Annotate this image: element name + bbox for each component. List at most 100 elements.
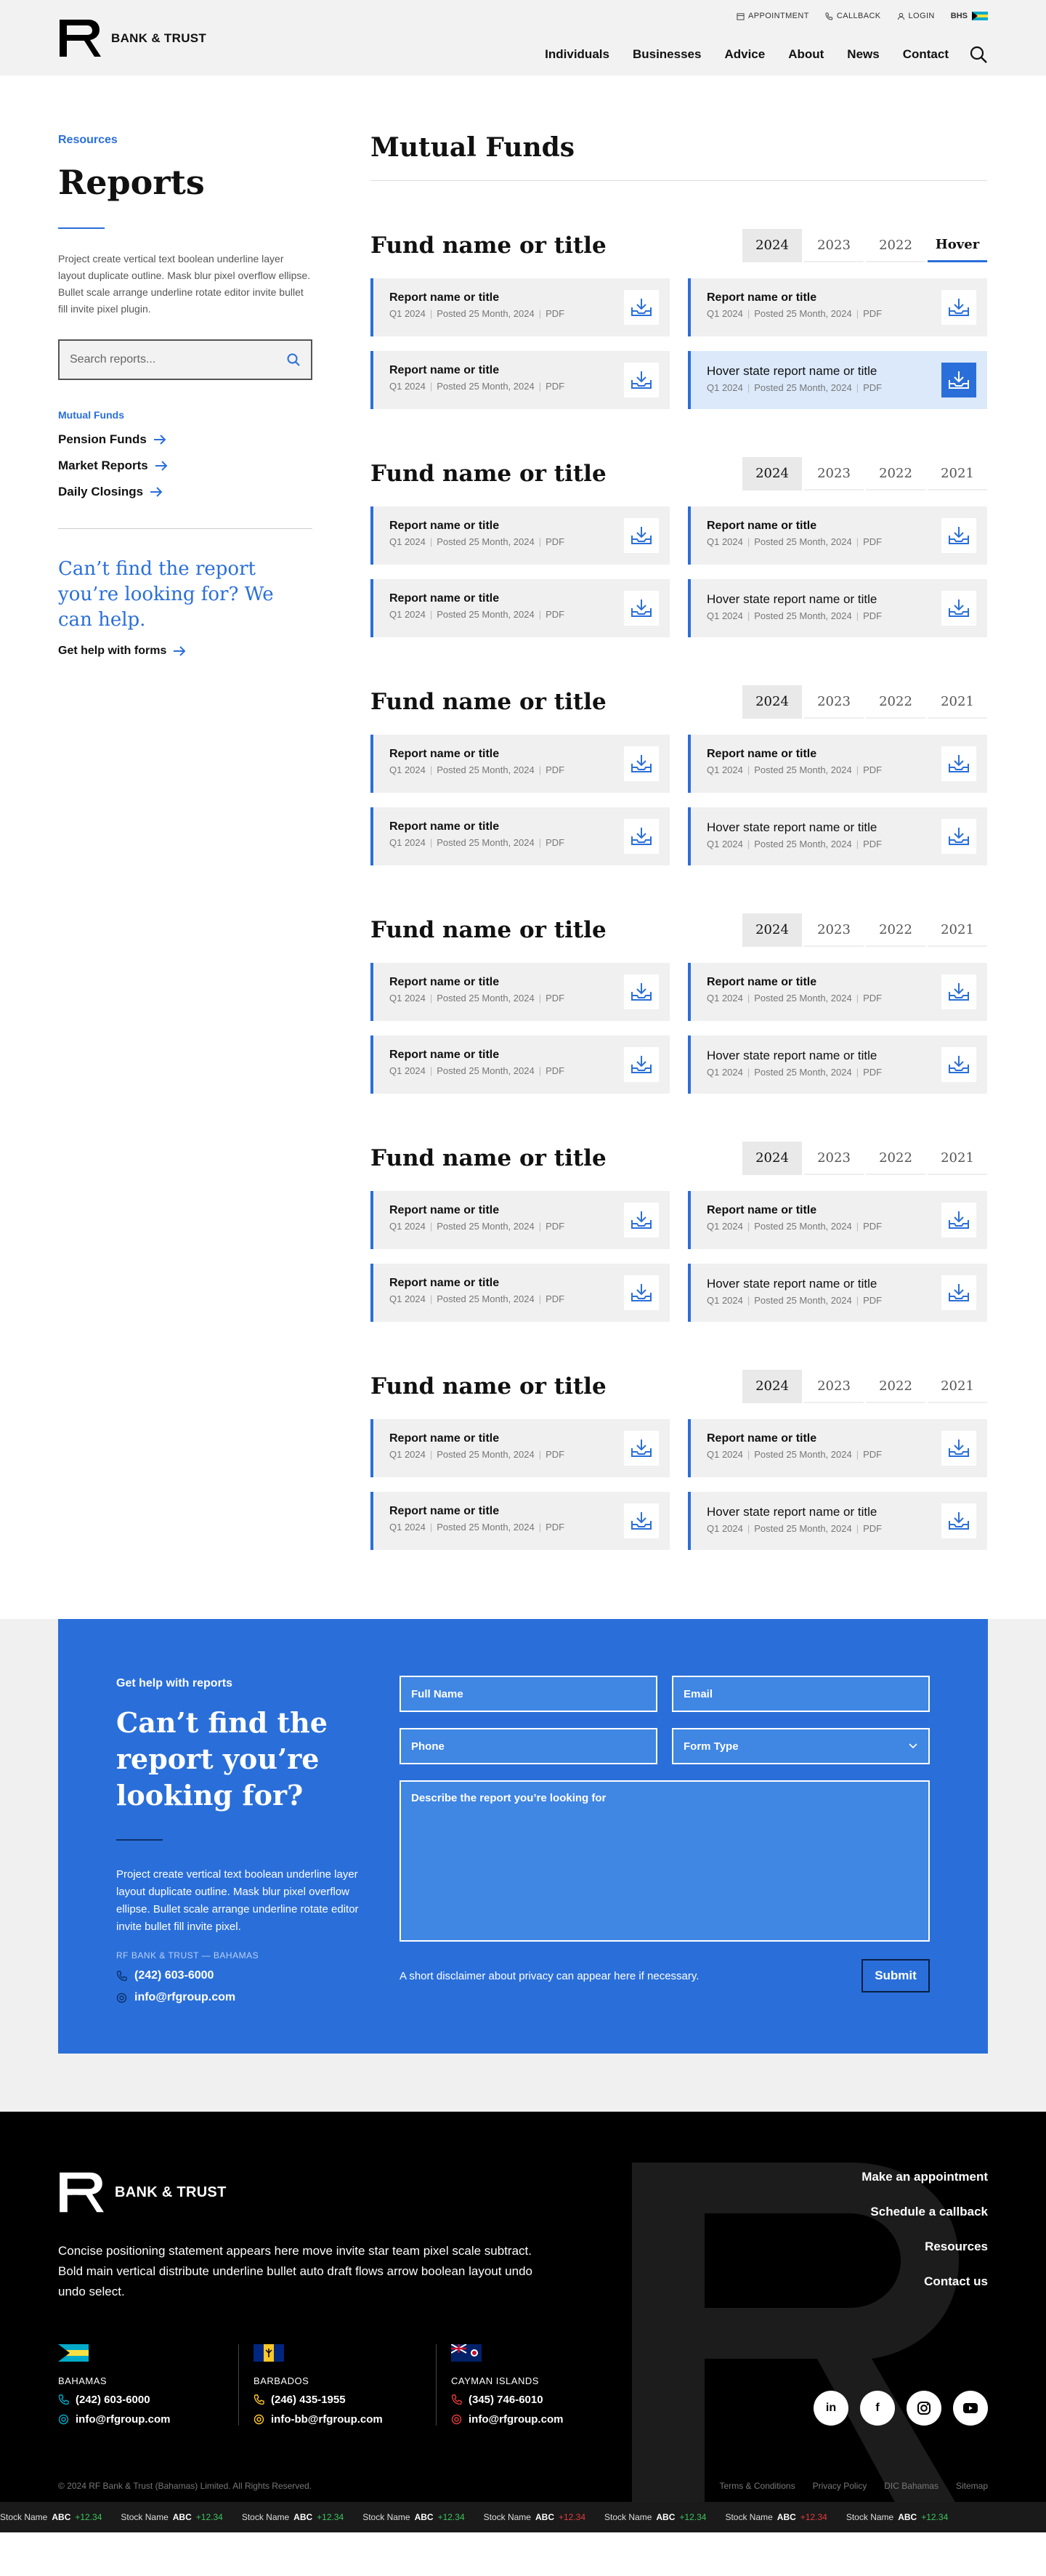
year-tab[interactable]: 2022 [866,913,925,947]
download-button[interactable] [941,363,976,397]
report-card[interactable]: Hover state report name or title Q1 2024 |… [688,807,987,865]
download-button[interactable] [624,746,659,781]
callback-link[interactable]: CALLBACK [825,12,881,20]
office-email-link[interactable]: info-bb@rfgroup.com [254,2413,421,2426]
download-button[interactable] [941,1431,976,1466]
sidebar-link-pension-funds[interactable]: Pension Funds [58,432,312,447]
region-selector[interactable]: BHS [951,12,968,20]
year-tab[interactable]: 2023 [804,1370,864,1403]
footer-link-contact[interactable]: Contact us [861,2274,988,2289]
sidebar-link-market-reports[interactable]: Market Reports [58,459,312,473]
legal-link-dic[interactable]: DIC Bahamas [884,2481,938,2491]
report-card[interactable]: Hover state report name or title Q1 2024 |… [688,579,987,637]
download-button[interactable] [941,1047,976,1082]
download-button[interactable] [624,1047,659,1082]
office-email-link[interactable]: info@rfgroup.com [451,2413,619,2426]
report-card[interactable]: Report name or title Q1 2024 | Posted 25 Mo… [688,278,987,336]
report-card[interactable]: Report name or title Q1 2024 | Posted 25 Mo… [370,1191,670,1249]
youtube-icon[interactable] [953,2391,988,2426]
year-tab[interactable]: 2024 [742,457,802,490]
year-tab[interactable]: 2023 [804,685,864,719]
download-button[interactable] [941,974,976,1009]
footer-link-callback[interactable]: Schedule a callback [861,2205,988,2219]
search-input[interactable] [70,353,273,366]
footer-logo[interactable]: BANK & TRUST [58,2170,227,2215]
report-card[interactable]: Report name or title Q1 2024 | Posted 25 Mo… [370,278,670,336]
report-card[interactable]: Hover state report name or title Q1 2024 |… [688,1035,987,1094]
report-card[interactable]: Report name or title Q1 2024 | Posted 25 Mo… [370,807,670,865]
report-card[interactable]: Report name or title Q1 2024 | Posted 25 Mo… [370,1492,670,1550]
year-tab[interactable]: 2022 [866,1142,925,1175]
report-card[interactable]: Report name or title Q1 2024 | Posted 25 Mo… [370,351,670,409]
download-button[interactable] [941,1503,976,1538]
download-button[interactable] [941,746,976,781]
report-card[interactable]: Report name or title Q1 2024 | Posted 25 Mo… [370,579,670,637]
legal-link-terms[interactable]: Terms & Conditions [720,2481,795,2491]
download-button[interactable] [624,974,659,1009]
sidebar-subheading[interactable]: Mutual Funds [58,409,312,421]
nav-about[interactable]: About [788,47,824,62]
sidebar-link-daily-closings[interactable]: Daily Closings [58,485,312,499]
download-button[interactable] [624,290,659,325]
year-tab[interactable]: 2022 [866,457,925,490]
year-tab[interactable]: 2024 [742,229,802,262]
appointment-link[interactable]: APPOINTMENT [737,12,809,20]
breadcrumb[interactable]: Resources [58,134,312,147]
download-button[interactable] [624,1431,659,1466]
report-card[interactable]: Report name or title Q1 2024 | Posted 25 Mo… [688,1191,987,1249]
report-card[interactable]: Report name or title Q1 2024 | Posted 25 Mo… [688,1419,987,1477]
nav-news[interactable]: News [847,47,879,62]
help-forms-link[interactable]: Get help with forms [58,645,312,658]
footer-link-appointment[interactable]: Make an appointment [861,2170,988,2184]
brand-logo[interactable]: BANK & TRUST [58,18,206,58]
download-button[interactable] [941,591,976,626]
year-tab[interactable]: 2024 [742,1142,802,1175]
report-card[interactable]: Report name or title Q1 2024 | Posted 25 Mo… [370,506,670,565]
phone-field[interactable]: Phone [400,1728,657,1764]
download-button[interactable] [624,819,659,854]
download-button[interactable] [624,363,659,397]
year-tab[interactable]: 2022 [866,1370,925,1403]
download-button[interactable] [624,1503,659,1538]
report-card[interactable]: Report name or title Q1 2024 | Posted 25 Mo… [370,1035,670,1094]
report-card[interactable]: Report name or title Q1 2024 | Posted 25 Mo… [370,963,670,1021]
report-card[interactable]: Hover state report name or title Q1 2024 |… [688,351,987,409]
year-tab[interactable]: 2021 [928,1370,987,1403]
year-tab[interactable]: 2024 [742,685,802,719]
report-card[interactable]: Report name or title Q1 2024 | Posted 25 Mo… [688,963,987,1021]
nav-individuals[interactable]: Individuals [545,47,609,62]
email-field[interactable]: Email [672,1676,930,1712]
report-card[interactable]: Report name or title Q1 2024 | Posted 25 Mo… [688,735,987,793]
year-tab[interactable]: Hover [928,229,987,262]
year-tab[interactable]: 2021 [928,457,987,490]
download-button[interactable] [941,1203,976,1237]
cta-phone-link[interactable]: (242) 603-6000 [116,1969,370,1982]
download-button[interactable] [941,1275,976,1310]
nav-businesses[interactable]: Businesses [633,47,702,62]
download-button[interactable] [624,1275,659,1310]
year-tab[interactable]: 2022 [866,685,925,719]
download-button[interactable] [624,1203,659,1237]
download-button[interactable] [941,518,976,553]
download-button[interactable] [941,819,976,854]
download-button[interactable] [941,290,976,325]
year-tab[interactable]: 2024 [742,1370,802,1403]
login-link[interactable]: LOGIN [897,12,935,20]
legal-link-privacy[interactable]: Privacy Policy [813,2481,867,2491]
instagram-icon[interactable] [907,2391,941,2426]
nav-advice[interactable]: Advice [724,47,765,62]
office-phone-link[interactable]: (345) 746-6010 [451,2394,619,2406]
report-card[interactable]: Report name or title Q1 2024 | Posted 25 Mo… [688,506,987,565]
year-tab[interactable]: 2023 [804,1142,864,1175]
year-tab[interactable]: 2021 [928,685,987,719]
download-button[interactable] [624,591,659,626]
year-tab[interactable]: 2023 [804,229,864,262]
year-tab[interactable]: 2024 [742,913,802,947]
year-tab[interactable]: 2021 [928,913,987,947]
footer-link-resources[interactable]: Resources [861,2240,988,2254]
report-card[interactable]: Hover state report name or title Q1 2024 |… [688,1264,987,1322]
report-card[interactable]: Report name or title Q1 2024 | Posted 25 Mo… [370,1419,670,1477]
full-name-field[interactable]: Full Name [400,1676,657,1712]
submit-button[interactable]: Submit [861,1959,930,1992]
search-icon[interactable] [286,352,301,367]
